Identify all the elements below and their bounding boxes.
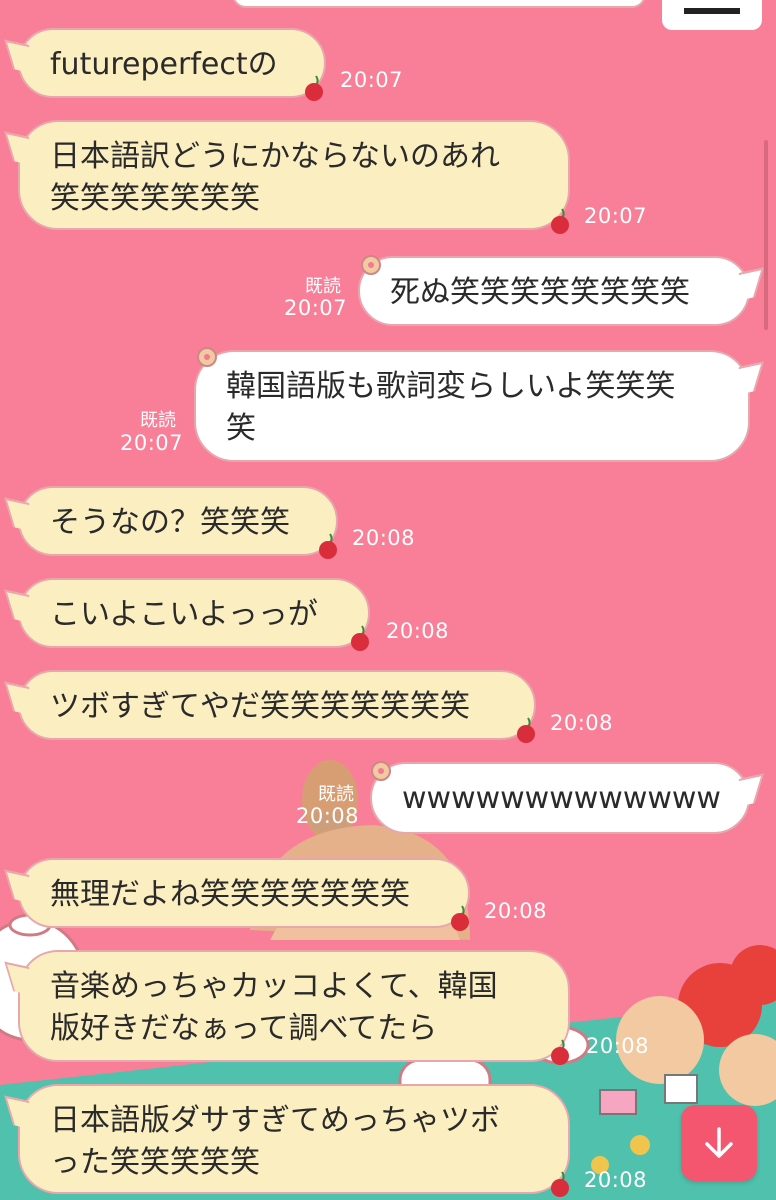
- message-text: こいよこいよっっが: [50, 597, 318, 632]
- message-text: 死ぬ笑笑笑笑笑笑笑笑: [390, 275, 690, 310]
- incoming-message[interactable]: ツボすぎてやだ笑笑笑笑笑笑笑: [18, 670, 536, 740]
- read-receipt: 既読: [318, 784, 354, 805]
- message-time: 20:08: [584, 1168, 648, 1192]
- scrollbar[interactable]: [764, 140, 768, 330]
- read-receipt: 既読: [305, 276, 341, 297]
- message-text: futureperfectの: [50, 47, 278, 82]
- message-time: 20:07: [284, 296, 348, 320]
- scroll-to-bottom-button[interactable]: [681, 1105, 757, 1181]
- outgoing-message[interactable]: wwwwwwwwwwwww: [370, 762, 750, 834]
- incoming-message[interactable]: 音楽めっちゃカッコよくて、韓国 版好きだなぁって調べてたら: [18, 950, 570, 1062]
- message-time: 20:08: [386, 619, 450, 643]
- previous-message-fragment: [232, 0, 646, 8]
- incoming-message[interactable]: 日本語版ダサすぎてめっちゃツボ った笑笑笑笑笑: [18, 1084, 570, 1194]
- message-time: 20:07: [120, 431, 184, 455]
- incoming-message[interactable]: こいよこいよっっが: [18, 578, 370, 648]
- message-time: 20:08: [352, 526, 416, 550]
- message-text: 無理だよね笑笑笑笑笑笑笑: [50, 877, 410, 912]
- message-text: 日本語訳どうにかならないのあれ 笑笑笑笑笑笑笑: [50, 139, 500, 216]
- cherry-icon: [451, 905, 469, 931]
- flower-icon: [371, 761, 391, 781]
- outgoing-message[interactable]: 死ぬ笑笑笑笑笑笑笑笑: [358, 256, 750, 326]
- message-time: 20:07: [584, 204, 648, 228]
- cherry-icon: [305, 75, 323, 101]
- flower-icon: [197, 347, 217, 367]
- message-time: 20:08: [550, 711, 614, 735]
- cherry-icon: [551, 208, 569, 234]
- incoming-message[interactable]: 日本語訳どうにかならないのあれ 笑笑笑笑笑笑笑: [18, 120, 570, 230]
- flower-icon: [361, 255, 381, 275]
- arrow-down-icon: [705, 1127, 733, 1158]
- read-receipt: 既読: [140, 410, 176, 431]
- cherry-icon: [517, 717, 535, 743]
- menu-button[interactable]: [662, 0, 762, 30]
- incoming-message[interactable]: 無理だよね笑笑笑笑笑笑笑: [18, 858, 470, 928]
- cherry-icon: [551, 1171, 569, 1197]
- message-time: 20:07: [340, 68, 404, 92]
- message-text: そうなの？笑笑笑: [50, 505, 290, 540]
- message-time: 20:08: [586, 1034, 650, 1058]
- cherry-icon: [351, 625, 369, 651]
- message-time: 20:08: [296, 804, 360, 828]
- cherry-icon: [319, 533, 337, 559]
- message-text: ツボすぎてやだ笑笑笑笑笑笑笑: [50, 689, 470, 724]
- message-time: 20:08: [484, 899, 548, 923]
- message-text: 日本語版ダサすぎてめっちゃツボ った笑笑笑笑笑: [50, 1103, 500, 1180]
- message-text: wwwwwwwwwwwww: [402, 781, 721, 816]
- incoming-message[interactable]: futureperfectの: [18, 28, 326, 98]
- incoming-message[interactable]: そうなの？笑笑笑: [18, 486, 338, 556]
- outgoing-message[interactable]: 韓国語版も歌詞変らしいよ笑笑笑 笑: [194, 350, 750, 462]
- message-text: 韓国語版も歌詞変らしいよ笑笑笑 笑: [226, 369, 676, 446]
- cherry-icon: [551, 1039, 569, 1065]
- message-text: 音楽めっちゃカッコよくて、韓国 版好きだなぁって調べてたら: [50, 969, 498, 1046]
